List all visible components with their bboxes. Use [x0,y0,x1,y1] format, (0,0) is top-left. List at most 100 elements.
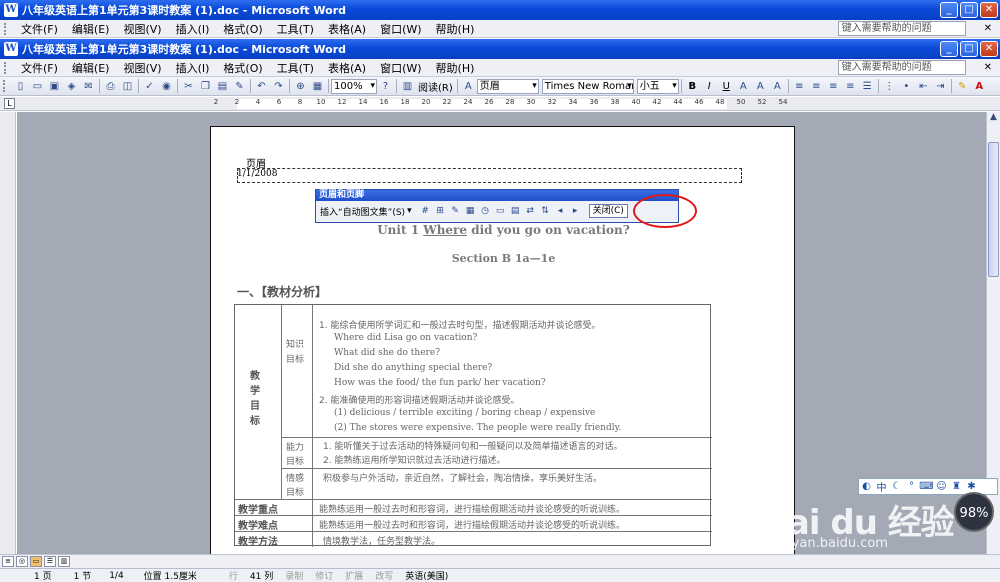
new-doc-icon[interactable]: ▯ [13,79,28,94]
scroll-up-icon[interactable]: ▲ [987,112,1000,126]
paste-icon[interactable]: ▤ [215,79,230,94]
char-shading-icon[interactable]: A [753,79,768,94]
page-number-icon[interactable]: # [419,205,432,218]
italic-button[interactable]: I [702,79,717,94]
ime-logo-icon[interactable]: ◐ [859,481,874,492]
styles-pane-icon[interactable]: A [461,79,476,94]
redo-icon[interactable]: ↷ [271,79,286,94]
close-doc-icon[interactable]: ✕ [984,62,992,73]
analysis-table[interactable]: 教 学 目 标 知识 目标 1. 能综合使用所学词汇和一般过去时句型，描述假期活… [234,304,712,548]
menu-window[interactable]: 窗口(W) [373,60,428,76]
menu-format[interactable]: 格式(O) [216,60,269,76]
open-folder-icon[interactable]: ▭ [30,79,45,94]
document-page[interactable]: 页眉 1/1/2008 页眉和页脚 插入“自动图文集”(S) ▾ # ⊞ ✎ ▦… [210,126,795,554]
menu-edit[interactable]: 编辑(E) [65,60,117,76]
minimize-button-inner[interactable]: _ [940,41,958,57]
page-setup-icon[interactable]: ▭ [494,205,507,218]
read-mode-button[interactable]: 阅读(R) [416,79,455,94]
print-layout-view-icon[interactable]: ▭ [30,556,42,567]
decrease-indent-icon[interactable]: ⇤ [916,79,931,94]
switch-header-footer-icon[interactable]: ⇅ [539,205,552,218]
menu-file[interactable]: 文件(F) [14,60,65,76]
minimize-button[interactable]: _ [940,2,958,18]
web-view-icon[interactable]: ◎ [16,556,28,567]
undo-icon[interactable]: ↶ [254,79,269,94]
menu-insert[interactable]: 插入(I) [169,60,217,76]
outline-view-icon[interactable]: ☰ [44,556,56,567]
read-icon[interactable]: ▥ [400,79,415,94]
header-date[interactable]: 1/1/2008 [237,169,277,179]
performance-badge[interactable]: 98% [954,492,994,532]
maximize-button-inner[interactable]: □ [960,41,978,57]
normal-view-icon[interactable]: ≡ [2,556,14,567]
copy-icon[interactable]: ❐ [198,79,213,94]
spelling-icon[interactable]: ✓ [142,79,157,94]
same-as-previous-icon[interactable]: ⇄ [524,205,537,218]
chevron-down-icon[interactable]: ▾ [407,206,412,216]
zoom-select[interactable]: 100% [331,78,377,94]
close-window-button[interactable]: ✕ [980,2,998,18]
maximize-button[interactable]: □ [960,2,978,18]
help-icon[interactable]: ? [378,79,393,94]
menu-insert[interactable]: 插入(I) [169,21,217,37]
time-icon[interactable]: ◷ [479,205,492,218]
cut-icon[interactable]: ✂ [181,79,196,94]
menu-table[interactable]: 表格(A) [321,21,373,37]
punct-icon[interactable]: ° [904,481,919,492]
horizontal-ruler[interactable]: L 2 2 4 6 8 10 12 14 16 18 20 22 24 26 28 30 32 34 36 38 40 4… [0,97,1000,111]
format-painter-icon[interactable]: ✎ [232,79,247,94]
shirt-icon[interactable]: ♜ [949,481,964,492]
font-select[interactable]: Times New Roman [541,78,634,94]
horizontal-scrollbar[interactable]: ≡ ◎ ▭ ☰ ▥ [0,554,1000,568]
menu-file[interactable]: 文件(F) [14,21,65,37]
close-doc-icon[interactable]: ✕ [984,23,992,34]
research-icon[interactable]: ◉ [159,79,174,94]
reading-view-icon[interactable]: ▥ [58,556,70,567]
insert-autotext-button[interactable]: 插入“自动图文集”(S) [320,205,405,218]
hyperlink-icon[interactable]: ⊕ [293,79,308,94]
underline-button[interactable]: U [719,79,734,94]
print-icon[interactable]: ⎙ [103,79,118,94]
bullets-icon[interactable]: • [899,79,914,94]
increase-indent-icon[interactable]: ⇥ [933,79,948,94]
keyboard-icon[interactable]: ⌨ [919,481,934,492]
vertical-ruler[interactable] [0,112,16,554]
show-previous-icon[interactable]: ◂ [554,205,567,218]
header-area[interactable] [237,168,742,183]
show-next-icon[interactable]: ▸ [569,205,582,218]
date-icon[interactable]: ▦ [464,205,477,218]
settings-icon[interactable]: ✱ [964,481,979,492]
status-rec[interactable]: 录制 [279,569,309,582]
menu-table[interactable]: 表格(A) [321,60,373,76]
line-spacing-icon[interactable]: ☰ [860,79,875,94]
bold-button[interactable]: B [685,79,700,94]
numbering-icon[interactable]: ⋮ [882,79,897,94]
status-trk[interactable]: 修订 [309,569,339,582]
ime-mode[interactable]: 中 [874,479,889,494]
align-center-icon[interactable]: ≡ [809,79,824,94]
menu-format[interactable]: 格式(O) [216,21,269,37]
show-text-icon[interactable]: ▤ [509,205,522,218]
status-ovr[interactable]: 改写 [369,569,399,582]
table-icon[interactable]: ▦ [310,79,325,94]
font-color-button[interactable]: A [972,79,987,94]
format-page-number-icon[interactable]: ✎ [449,205,462,218]
menu-tools[interactable]: 工具(T) [270,21,321,37]
tab-selector-icon[interactable]: L [4,98,15,109]
scroll-thumb[interactable] [988,142,999,277]
save-icon[interactable]: ▣ [47,79,62,94]
print-preview-icon[interactable]: ◫ [120,79,135,94]
char-scale-icon[interactable]: A [770,79,785,94]
page-count-icon[interactable]: ⊞ [434,205,447,218]
help-search-input-inner[interactable]: 键入需要帮助的问题 [837,60,966,75]
menu-window[interactable]: 窗口(W) [373,21,428,37]
close-header-footer-button[interactable]: 关闭(C) [588,204,628,218]
help-search-input[interactable]: 键入需要帮助的问题 [837,21,966,36]
font-size-select[interactable]: 小五 [636,78,679,94]
char-border-icon[interactable]: A [736,79,751,94]
highlight-icon[interactable]: ✎ [955,79,970,94]
menu-help[interactable]: 帮助(H) [429,60,482,76]
menu-help[interactable]: 帮助(H) [429,21,482,37]
status-ext[interactable]: 扩展 [339,569,369,582]
menu-view[interactable]: 视图(V) [116,60,168,76]
